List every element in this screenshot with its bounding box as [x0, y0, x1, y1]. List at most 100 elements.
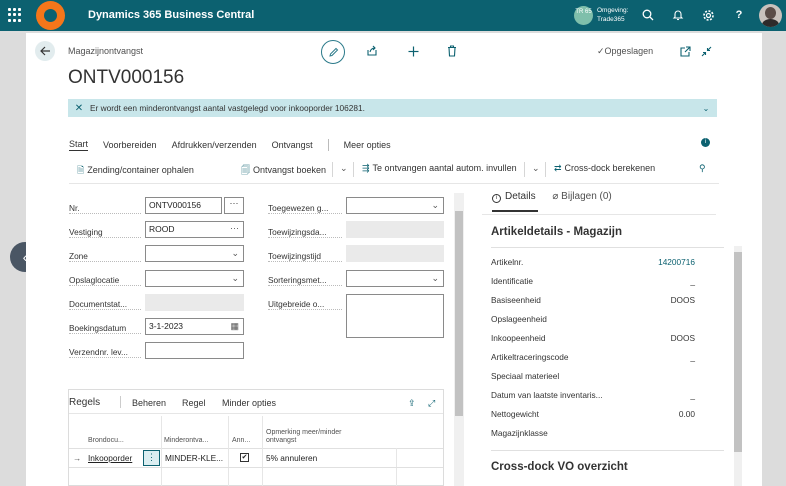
- post-receipt-label: Ontvangst boeken: [253, 165, 327, 175]
- factbox-field-value: _: [690, 390, 695, 400]
- crossdock-button[interactable]: ⇄ Cross-dock berekenen: [554, 163, 655, 174]
- tab-voorbereiden[interactable]: Voorbereiden: [103, 140, 157, 150]
- column-header-opmerking[interactable]: Opmerking meer/minder ontvangst: [266, 429, 366, 445]
- boekingsdatum-value: 3-1-2023: [149, 321, 184, 331]
- tab-details[interactable]: i Details: [492, 191, 536, 203]
- factbox-field-value[interactable]: 14200716: [658, 257, 695, 267]
- page-card: Magazijnontvangst ONTV000156 ✓Opgeslagen…: [26, 33, 762, 486]
- tab-start[interactable]: Start: [69, 139, 89, 151]
- vestiging-label: Vestiging: [69, 227, 141, 238]
- lines-header: Regels Beheren Regel Minder opties ⇪ ⤢: [69, 390, 443, 414]
- search-icon[interactable]: [640, 7, 656, 23]
- main-scrollbar[interactable]: [454, 193, 464, 486]
- calendar-icon[interactable]: ▦: [230, 321, 239, 332]
- environment-label[interactable]: Omgeving: Trade365: [597, 6, 628, 24]
- saved-status: ✓Opgeslagen: [597, 46, 654, 56]
- pin-icon[interactable]: ⚲: [699, 163, 706, 174]
- autofill-dropdown[interactable]: ⌄: [532, 163, 540, 174]
- column-header-brondocument[interactable]: Brondocu...: [88, 437, 124, 445]
- post-receipt-button[interactable]: 🗐 Ontvangst boeken: [241, 163, 326, 179]
- sorteringsmethode-select[interactable]: ⌄: [346, 270, 444, 287]
- get-shipment-button[interactable]: 🗎 Zending/container ophalen: [77, 163, 194, 179]
- lines-menu-beheren[interactable]: Beheren: [132, 398, 166, 408]
- factbox-field-label: Identificatie: [491, 276, 533, 286]
- post-icon: 🗐: [241, 165, 250, 175]
- avatar[interactable]: [759, 4, 782, 27]
- main-scrollbar-thumb[interactable]: [455, 211, 463, 416]
- info-icon[interactable]: i: [701, 138, 710, 147]
- post-receipt-dropdown[interactable]: ⌄: [340, 163, 348, 174]
- factbox-field-value: _: [690, 352, 695, 362]
- row-indicator-arrow-icon: →: [73, 453, 82, 463]
- factbox-scrollbar-thumb[interactable]: [734, 252, 742, 452]
- action-tabs: Start Voorbereiden Afdrukken/verzenden O…: [69, 137, 406, 153]
- factbox-field-value: DOOS: [670, 295, 695, 305]
- lines-menu-minder-opties[interactable]: Minder opties: [222, 398, 276, 408]
- autofill-icon: ⇶: [362, 163, 370, 173]
- lines-menu-regel[interactable]: Regel: [182, 398, 206, 408]
- column-header-annuleren[interactable]: Ann...: [232, 437, 250, 445]
- uitgebreide-opmerking-textarea[interactable]: [346, 294, 444, 338]
- table-row[interactable]: → Inkooporder ⋮ MINDER-KLE... ✔ 5% annul…: [69, 449, 443, 468]
- active-tab-underline: [492, 210, 538, 212]
- action-separator: [545, 162, 546, 177]
- zone-select[interactable]: ⌄: [145, 245, 244, 262]
- vestiging-value: ROOD: [149, 224, 175, 234]
- factbox-field-label: Magazijnklasse: [491, 428, 548, 438]
- tab-separator: [327, 139, 329, 151]
- chevron-down-icon: ⌄: [431, 273, 439, 283]
- open-new-window-icon[interactable]: [678, 44, 692, 58]
- factbox-field-label: Inkoopeenheid: [491, 333, 546, 343]
- bell-icon[interactable]: [670, 7, 686, 23]
- tab-attachments[interactable]: ⌀ Bijlagen (0): [552, 191, 611, 202]
- factbox-field-label: Artikelnr.: [491, 257, 524, 267]
- row-annuleren-checkbox[interactable]: ✔: [240, 453, 249, 462]
- expand-icon[interactable]: ⤢: [428, 398, 435, 409]
- nr-input[interactable]: ONTV000156: [145, 197, 222, 214]
- trash-icon[interactable]: [445, 44, 459, 58]
- factbox-scrollbar[interactable]: [734, 246, 742, 486]
- collapse-icon[interactable]: [699, 44, 713, 58]
- chevron-down-icon[interactable]: ⌄: [695, 104, 717, 113]
- back-button[interactable]: [35, 41, 55, 61]
- row-opmerking-value[interactable]: 5% annuleren: [266, 453, 317, 463]
- share-icon[interactable]: [365, 44, 379, 58]
- autofill-qty-button[interactable]: ⇶ Te ontvangen aantal autom. invullen: [362, 163, 517, 174]
- saved-status-label: Opgeslagen: [604, 46, 654, 56]
- opslaglocatie-select[interactable]: ⌄: [145, 270, 244, 287]
- notification-text: Er wordt een minderontvangst aantal vast…: [90, 103, 365, 113]
- edit-pencil-icon[interactable]: [321, 40, 345, 64]
- factbox-field-label: Speciaal materieel: [491, 371, 560, 381]
- lines-separator: [120, 396, 121, 408]
- uitgebreide-opmerking-label: Uitgebreide o...: [268, 299, 342, 310]
- get-shipment-label: Zending/container ophalen: [87, 165, 194, 175]
- vestiging-input[interactable]: ROOD ···: [145, 221, 244, 238]
- app-launcher-icon[interactable]: [8, 8, 22, 22]
- verzendnr-label: Verzendnr. lev...: [69, 347, 141, 358]
- column-header-minderontvangst[interactable]: Minderontva...: [164, 437, 208, 445]
- zone-label: Zone: [69, 251, 141, 262]
- lookup-icon[interactable]: ···: [230, 223, 239, 233]
- chevron-down-icon: ⌄: [231, 273, 239, 283]
- tab-ontvangst[interactable]: Ontvangst: [272, 140, 313, 150]
- factbox-field-value: 0.00: [678, 409, 695, 419]
- environment-badge[interactable]: TR 65: [574, 6, 593, 25]
- toegewezen-select[interactable]: ⌄: [346, 197, 444, 214]
- row-brondocument-link[interactable]: Inkooporder: [88, 453, 132, 463]
- tab-afdrukken-verzenden[interactable]: Afdrukken/verzenden: [172, 140, 257, 150]
- verzendnr-input[interactable]: [145, 342, 244, 359]
- boekingsdatum-input[interactable]: 3-1-2023 ▦: [145, 318, 244, 335]
- tab-meer-opties[interactable]: Meer opties: [344, 140, 391, 150]
- gear-icon[interactable]: [700, 7, 716, 23]
- share-icon[interactable]: ⇪: [408, 398, 416, 409]
- company-logo: [36, 1, 65, 30]
- breadcrumb: Magazijnontvangst: [68, 46, 144, 56]
- close-icon[interactable]: ✕: [68, 103, 90, 114]
- boekingsdatum-label: Boekingsdatum: [69, 323, 141, 334]
- factbox-field-label: Nettogewicht: [491, 409, 539, 419]
- nr-assist-button[interactable]: ···: [224, 197, 244, 214]
- help-icon[interactable]: ?: [731, 7, 747, 23]
- plus-icon[interactable]: [406, 44, 420, 58]
- row-minderontvangst-value[interactable]: MINDER-KLE...: [165, 453, 223, 463]
- row-actions-menu-button[interactable]: ⋮: [143, 450, 160, 466]
